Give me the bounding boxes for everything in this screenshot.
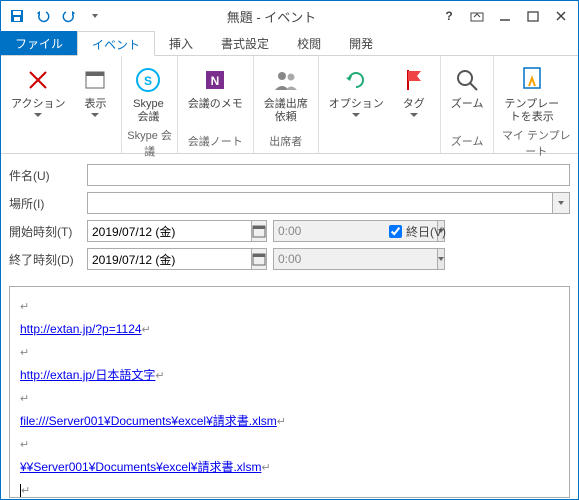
tab-file[interactable]: ファイル [1, 31, 77, 55]
tab-review[interactable]: 校閲 [283, 31, 335, 55]
close-icon[interactable] [548, 5, 574, 27]
help-icon[interactable]: ? [436, 5, 462, 27]
attendees-button[interactable]: 会議出席 依頼 [258, 62, 314, 126]
end-time-dropdown-button[interactable] [437, 248, 445, 270]
undo-icon[interactable] [31, 4, 55, 28]
window-title: 無題 - イベント [107, 7, 436, 26]
hyperlink[interactable]: ¥¥Server001¥Documents¥excel¥請求書.xlsm [20, 460, 261, 474]
title-bar: 無題 - イベント ? [1, 1, 578, 31]
paragraph-mark: ↵ [20, 393, 29, 405]
tab-develop[interactable]: 開発 [335, 31, 387, 55]
options-button[interactable]: オプション [323, 62, 390, 119]
template-button[interactable]: テンプレー トを表示 [498, 62, 565, 126]
subject-input[interactable] [87, 164, 570, 186]
recurrence-icon [340, 64, 372, 96]
svg-text:S: S [144, 74, 152, 88]
group-template: マイ テンプレート [498, 126, 574, 161]
delete-icon [22, 64, 54, 96]
event-form: 件名(U) 場所(I) 開始時刻(T) 終日(V) 終了時刻(D) [1, 154, 578, 282]
paragraph-mark: ↵ [20, 347, 29, 359]
minimize-icon[interactable] [492, 5, 518, 27]
tab-format[interactable]: 書式設定 [207, 31, 283, 55]
meeting-notes-button[interactable]: N 会議のメモ [182, 62, 249, 113]
location-input[interactable] [87, 192, 552, 214]
ribbon: アクション 表示 S Skype 会議 Skype 会議 N 会議のメモ 会議ノ… [1, 56, 578, 154]
qat-dropdown-icon[interactable] [83, 4, 107, 28]
show-button[interactable]: 表示 [73, 62, 117, 119]
quick-access-toolbar [5, 4, 107, 28]
start-date-picker-button[interactable] [251, 220, 267, 242]
end-time-input[interactable] [273, 248, 437, 270]
event-body-editor[interactable]: ↵ http://extan.jp/?p=1124 ↵ ↵ http://exta… [9, 286, 570, 498]
svg-text:N: N [211, 74, 220, 88]
allday-checkbox[interactable]: 終日(V) [389, 223, 446, 240]
hyperlink[interactable]: file:///Server001¥Documents¥excel¥請求書.xl… [20, 414, 277, 428]
paragraph-mark: ↵ [20, 301, 29, 313]
tab-insert[interactable]: 挿入 [155, 31, 207, 55]
paragraph-mark: ↵ [20, 439, 29, 451]
calendar-icon [252, 252, 266, 266]
zoom-icon [451, 64, 483, 96]
end-date-input[interactable] [87, 248, 251, 270]
ribbon-options-icon[interactable] [464, 5, 490, 27]
location-dropdown-button[interactable] [552, 192, 570, 214]
allday-checkbox-input[interactable] [389, 225, 402, 238]
save-icon[interactable] [5, 4, 29, 28]
group-notes: 会議ノート [182, 132, 249, 151]
calendar-icon [252, 224, 266, 238]
maximize-icon[interactable] [520, 5, 546, 27]
group-zoom: ズーム [445, 132, 490, 151]
hyperlink[interactable]: http://extan.jp/日本語文字 [20, 368, 155, 382]
start-date-input[interactable] [87, 220, 251, 242]
template-icon [516, 64, 548, 96]
end-label: 終了時刻(D) [9, 251, 81, 268]
skype-meeting-button[interactable]: S Skype 会議 [126, 62, 170, 126]
tab-event[interactable]: イベント [77, 31, 155, 56]
redo-icon[interactable] [57, 4, 81, 28]
ribbon-tabs: ファイル イベント 挿入 書式設定 校閲 開発 [1, 31, 578, 56]
subject-label: 件名(U) [9, 167, 81, 184]
flag-icon [398, 64, 430, 96]
onenote-icon: N [199, 64, 231, 96]
allday-label: 終日(V) [406, 223, 446, 240]
show-icon [79, 64, 111, 96]
group-attendees: 出席者 [258, 132, 314, 151]
group-skype: Skype 会議 [126, 126, 172, 161]
start-label: 開始時刻(T) [9, 223, 81, 240]
zoom-button[interactable]: ズーム [445, 62, 490, 113]
skype-icon: S [132, 64, 164, 96]
window-controls: ? [436, 5, 574, 27]
tags-button[interactable]: タグ [392, 62, 436, 119]
hyperlink[interactable]: http://extan.jp/?p=1124 [20, 322, 142, 336]
end-date-picker-button[interactable] [251, 248, 267, 270]
actions-button[interactable]: アクション [5, 62, 71, 119]
people-icon [270, 64, 302, 96]
location-label: 場所(I) [9, 195, 81, 212]
